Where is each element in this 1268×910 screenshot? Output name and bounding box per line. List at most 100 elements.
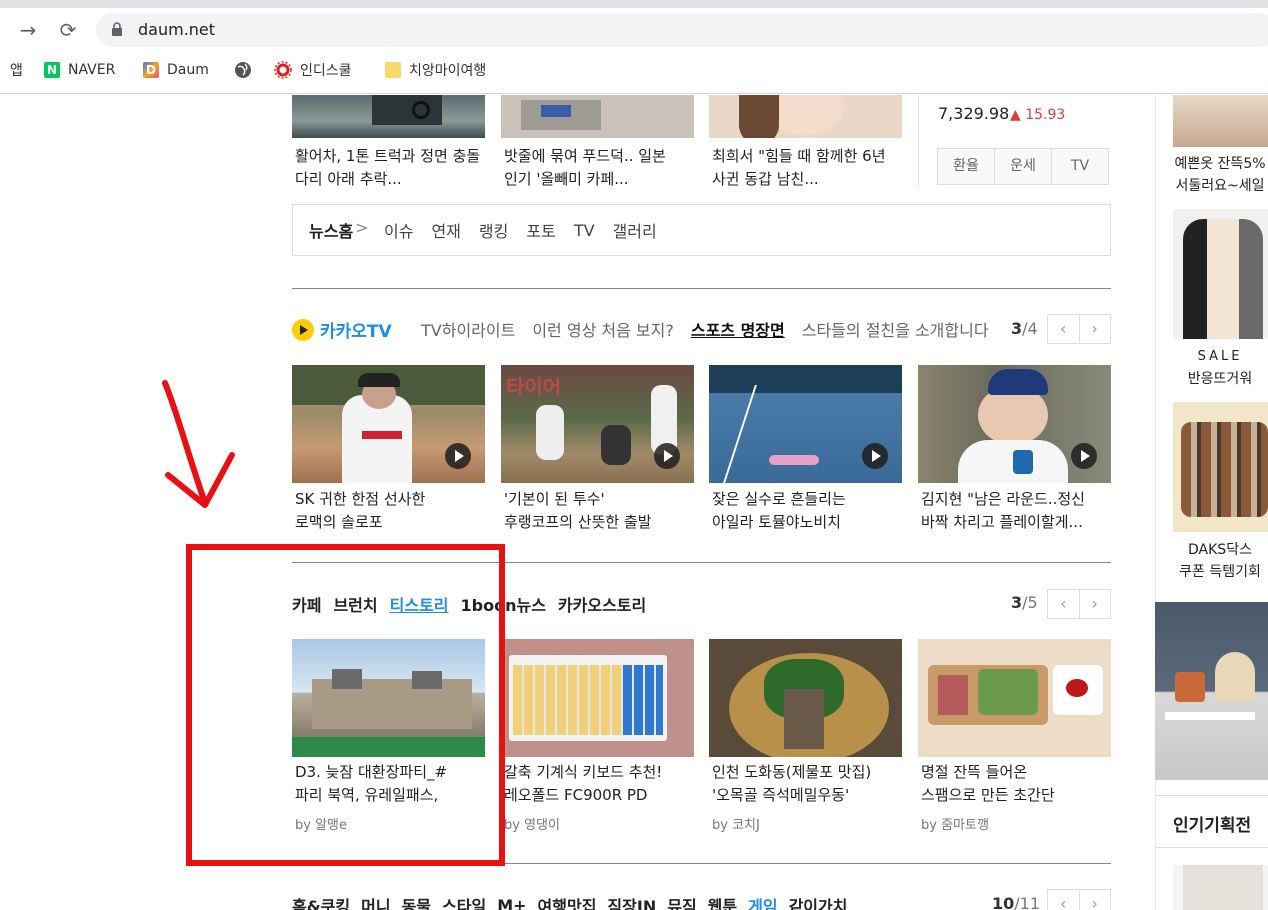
news-thumbnail-truck[interactable]: [292, 95, 485, 138]
category-tab[interactable]: 직장IN: [607, 893, 656, 910]
category-tab[interactable]: 같이가치: [789, 893, 848, 910]
tab-tv[interactable]: TV: [1052, 149, 1108, 184]
shopping-caption[interactable]: DAKS닥스 쿠폰 득템기회: [1160, 539, 1268, 583]
stock-value: 7,329.98: [938, 104, 1010, 123]
divider: [1155, 795, 1268, 796]
news-thumbnail-owl[interactable]: [501, 95, 694, 138]
category-tab[interactable]: M+: [497, 896, 526, 910]
bookmark-label: Daum: [167, 62, 209, 78]
chevron-right-icon[interactable]: ›: [1080, 590, 1111, 618]
shopping-caption[interactable]: SALE 반응뜨거워: [1160, 346, 1268, 390]
kakaotv-tab-active[interactable]: 스포츠 명장면: [691, 317, 785, 341]
blog-caption[interactable]: 인천 도화동(제물포 맛집) '오목골 즉석메밀우동': [712, 761, 912, 807]
caption-line: 아일라 토뮬야노비치: [712, 513, 841, 531]
video-thumbnail[interactable]: 타이어: [501, 365, 694, 483]
bookmark-label: 인디스쿨: [300, 63, 352, 79]
widget-tabs: 환율 운세 TV: [937, 148, 1109, 185]
page-content: 활어차, 1톤 트럭과 정면 충돌 다리 아래 추락... 밧줄에 묶여 푸드덕…: [0, 95, 1268, 910]
news-caption[interactable]: 밧줄에 묶여 푸드덕.. 일본인기 '올빼미 카페...: [504, 145, 679, 191]
blog-author[interactable]: by 영댕이: [504, 814, 560, 833]
current-page: 3: [1011, 319, 1023, 338]
bookmark-label: 치앙마이여행: [409, 63, 487, 79]
kakaotv-tab[interactable]: 스타들의 절친을 소개합니다: [802, 317, 989, 341]
news-nav-item[interactable]: 갤러리: [613, 218, 657, 242]
category-tab[interactable]: 머니: [361, 893, 390, 910]
shopping-thumbnail[interactable]: [1173, 865, 1268, 910]
chevron-right-icon[interactable]: ›: [1080, 890, 1111, 910]
bottom-page-indicator: 10/11: [992, 894, 1040, 910]
video-caption[interactable]: SK 귀한 한점 선사한 로맥의 솔로포: [295, 488, 495, 534]
news-thumbnail-actress[interactable]: [709, 95, 902, 138]
news-nav-item[interactable]: TV: [574, 221, 595, 240]
url-text[interactable]: daum.net: [138, 20, 215, 39]
divider: [1155, 847, 1268, 848]
tab-fortune[interactable]: 운세: [995, 149, 1052, 184]
video-caption[interactable]: '기본이 된 투수' 후랭코프의 산뜻한 출발: [504, 488, 704, 534]
kakaotv-tab[interactable]: 이런 영상 처음 보지?: [532, 317, 674, 341]
shopping-thumbnail[interactable]: [1173, 402, 1268, 532]
category-tab[interactable]: 여행맛집: [538, 893, 597, 910]
reload-icon[interactable]: ⟳: [56, 18, 80, 42]
play-icon: [445, 443, 471, 469]
news-nav-item[interactable]: 포토: [526, 218, 555, 242]
news-caption[interactable]: 최희서 "힘들 때 함께한 6년 사귄 동갑 남친...: [712, 145, 887, 191]
caption-line: 서둘러요~세일: [1175, 178, 1265, 194]
shopping-thumbnail[interactable]: [1173, 209, 1268, 339]
news-home-link[interactable]: 뉴스홈 >: [309, 218, 369, 242]
blog-caption[interactable]: 명절 잔뜩 들어온 스팸으로 만든 초간단: [921, 761, 1121, 807]
blog-author[interactable]: by 코치J: [712, 814, 760, 833]
bookmark-apps[interactable]: 앱: [10, 60, 23, 80]
bookmark-globe[interactable]: [234, 60, 252, 80]
cafe-tab[interactable]: 카카오스토리: [558, 592, 646, 616]
category-tab[interactable]: 뮤직: [667, 893, 696, 910]
caption-line: '기본이 된 투수': [504, 490, 605, 508]
blog-thumbnail[interactable]: [501, 639, 694, 757]
forward-icon[interactable]: →: [16, 18, 40, 42]
chevron-right-icon[interactable]: ›: [1080, 315, 1111, 343]
blog-author[interactable]: by 줌마토깽: [921, 814, 989, 833]
blog-thumbnail[interactable]: [709, 639, 902, 757]
cafe-page-indicator: 3/5: [1011, 593, 1038, 612]
bookmark-folder[interactable]: 치앙마이여행: [385, 60, 486, 80]
news-nav-items: 이슈 연재 랭킹 포토 TV 갤러리: [384, 218, 657, 242]
bookmark-indischool[interactable]: 인디스쿨: [274, 60, 352, 80]
caption-line: 인천 도화동(제물포 맛집): [712, 763, 872, 781]
tab-exchange-rate[interactable]: 환율: [938, 149, 995, 184]
shopping-thumbnail[interactable]: [1173, 95, 1268, 147]
news-home-label: 뉴스홈: [309, 222, 354, 241]
bookmark-daum[interactable]: D Daum: [143, 60, 209, 80]
video-caption[interactable]: 잦은 실수로 흔들리는 아일라 토뮬야노비치: [712, 488, 912, 534]
chevron-left-icon[interactable]: ‹: [1048, 315, 1080, 343]
video-thumbnail[interactable]: [709, 365, 902, 483]
caption-line: 잦은 실수로 흔들리는: [712, 490, 846, 508]
chevron-left-icon[interactable]: ‹: [1048, 890, 1080, 910]
video-thumbnail[interactable]: [918, 365, 1111, 483]
news-nav-item[interactable]: 이슈: [384, 218, 413, 242]
caption-line: 스팸으로 만든 초간단: [921, 786, 1055, 804]
tab-strip: [0, 0, 1268, 8]
address-bar[interactable]: daum.net: [96, 13, 1268, 47]
kakaotv-tab[interactable]: TV하이라이트: [421, 317, 515, 341]
current-page: 10: [992, 894, 1015, 910]
caption-line: 후랭코프의 산뜻한 출발: [504, 513, 652, 531]
bookmark-naver[interactable]: N NAVER: [44, 60, 115, 80]
shopping-caption[interactable]: 예쁜옷 잔뜩5% 서둘러요~세일: [1160, 153, 1268, 197]
kakaotv-logo[interactable]: 카카오TV: [292, 317, 392, 342]
news-nav-item[interactable]: 연재: [431, 218, 460, 242]
caption-line: 예쁜옷 잔뜩5%: [1174, 156, 1266, 172]
annotation-arrow: [162, 380, 235, 508]
video-caption[interactable]: 김지현 "남은 라운드..정신 바짝 차리고 플레이할게...: [921, 488, 1111, 534]
blog-caption[interactable]: 갈축 기계식 키보드 추천! 레오폴드 FC900R PD: [504, 761, 704, 807]
popular-title[interactable]: 인기기획전: [1173, 811, 1251, 836]
news-nav-item[interactable]: 랭킹: [479, 218, 508, 242]
chevron-left-icon[interactable]: ‹: [1048, 590, 1080, 618]
blog-thumbnail[interactable]: [918, 639, 1111, 757]
video-thumbnail[interactable]: [292, 365, 485, 483]
category-tab[interactable]: 스타일: [442, 893, 486, 910]
news-caption[interactable]: 활어차, 1톤 트럭과 정면 충돌 다리 아래 추락...: [295, 145, 495, 191]
category-tab[interactable]: 홈&쿠킹: [292, 893, 350, 910]
category-tab[interactable]: 웹툰: [708, 893, 737, 910]
category-tab[interactable]: 동물: [402, 893, 431, 910]
category-tab-active[interactable]: 게임: [748, 893, 777, 910]
shopping-banner[interactable]: [1155, 602, 1268, 780]
